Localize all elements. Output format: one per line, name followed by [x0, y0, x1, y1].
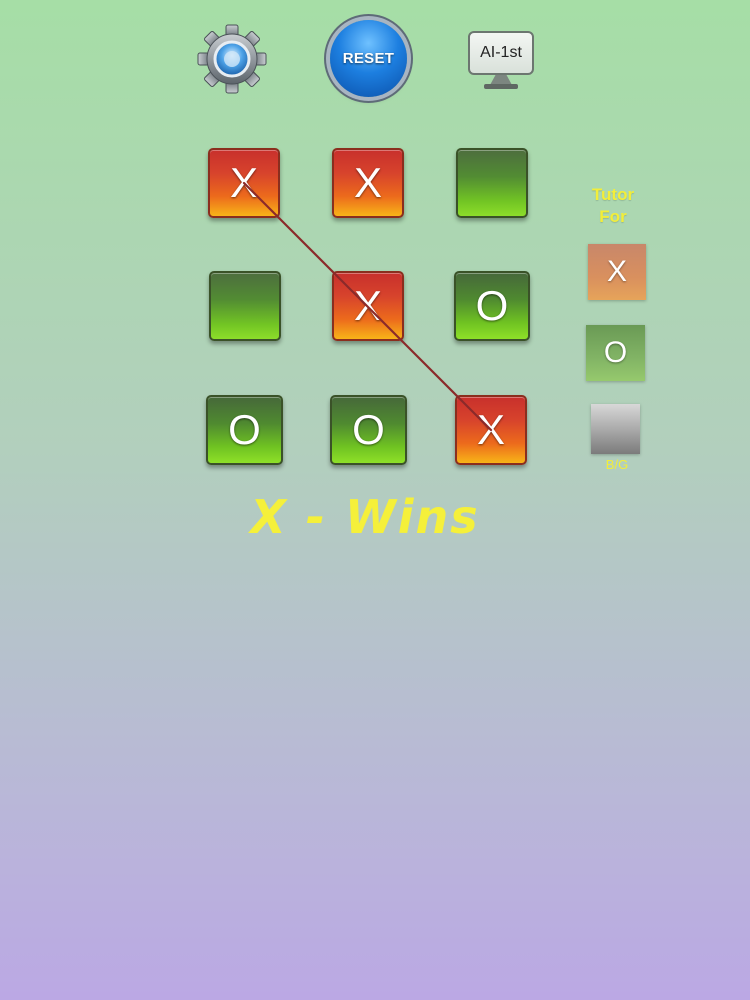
tutor-o-label: O	[603, 336, 628, 369]
cell-mark: X	[476, 406, 505, 453]
cell-mark: O	[228, 406, 261, 453]
background-label: B/G	[605, 457, 629, 472]
tutor-o-option[interactable]: O	[586, 325, 645, 381]
board-cell-7[interactable]: O	[206, 395, 283, 465]
cell-mark: O	[475, 282, 509, 329]
board-cell-4[interactable]	[209, 271, 281, 341]
ai-first-button[interactable]: AI-1st	[468, 31, 536, 93]
board-cell-2[interactable]: X	[332, 148, 404, 218]
settings-button[interactable]	[197, 24, 267, 94]
reset-button[interactable]: RESET	[330, 20, 407, 97]
monitor-base	[484, 84, 518, 89]
board-cell-6[interactable]: O	[454, 271, 530, 341]
cell-mark: X	[229, 159, 258, 206]
cell-mark: X	[353, 159, 382, 206]
gear-icon	[197, 24, 267, 94]
board-cell-5[interactable]: X	[332, 271, 404, 341]
cell-mark: O	[352, 406, 385, 453]
reset-label: RESET	[342, 50, 395, 67]
tutor-title-line1: Tutor	[591, 185, 635, 204]
tutor-title-line2: For	[599, 207, 627, 226]
board-cell-9[interactable]: X	[455, 395, 527, 465]
result-text: X - Wins	[250, 490, 480, 544]
tutor-title: Tutor For	[578, 184, 648, 228]
board-cell-8[interactable]: O	[330, 395, 407, 465]
cell-mark: X	[353, 282, 382, 329]
tutor-x-label: X	[606, 255, 627, 288]
board-cell-3[interactable]	[456, 148, 528, 218]
board-cell-1[interactable]: X	[208, 148, 280, 218]
background-option[interactable]	[591, 404, 640, 454]
ai-first-label: AI-1st	[480, 44, 522, 61]
tutor-x-option[interactable]: X	[588, 244, 646, 300]
monitor-icon: AI-1st	[468, 31, 534, 75]
